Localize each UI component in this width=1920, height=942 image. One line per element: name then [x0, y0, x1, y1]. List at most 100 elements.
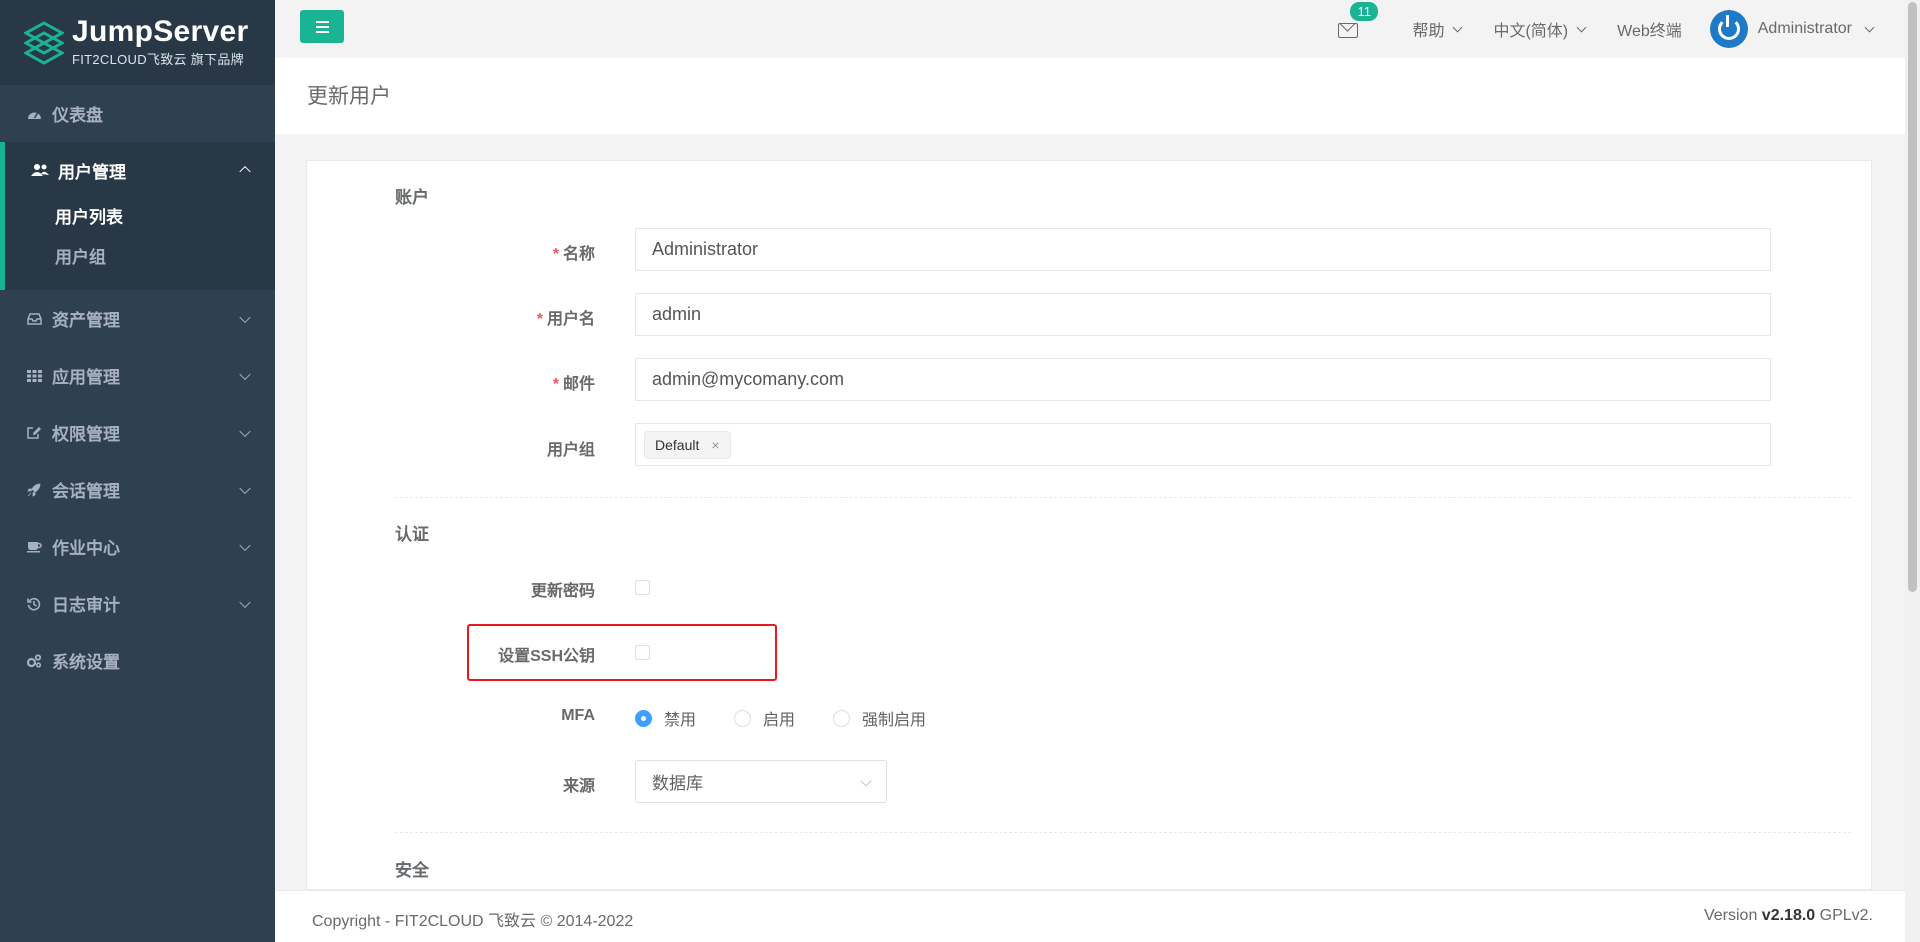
grid-icon	[24, 369, 44, 382]
chevron-down-icon	[1453, 22, 1463, 32]
language-dropdown[interactable]: 中文(简体)	[1493, 17, 1587, 41]
update-password-checkbox[interactable]	[635, 580, 650, 595]
radio-unchecked[interactable]	[734, 709, 752, 727]
chevron-down-icon	[1576, 22, 1587, 32]
footer: Copyright - FIT2CLOUD 飞致云 © 2014-2022 Ve…	[275, 890, 1905, 942]
power-icon	[1717, 15, 1740, 40]
name-field-label: * 名称	[552, 246, 595, 263]
coffee-icon	[24, 540, 44, 553]
sidebar-item-user-management[interactable]: 用户管理	[5, 142, 275, 198]
jumpserver-logo-icon	[22, 20, 66, 65]
brand-subtitle: FIT2CLOUD飞致云 旗下品牌	[72, 52, 244, 67]
chevron-down-icon	[239, 368, 251, 380]
chevron-down-icon	[239, 311, 251, 323]
user-group-tag-label: Default	[655, 436, 700, 453]
rocket-icon	[24, 483, 44, 497]
inbox-icon	[24, 312, 44, 325]
edit-icon	[24, 426, 44, 440]
required-mark: *	[536, 311, 543, 328]
version-text: Version v2.18.0 GPLv2.	[1703, 907, 1873, 924]
help-label: 帮助	[1412, 23, 1445, 40]
chevron-down-icon	[1864, 22, 1875, 32]
hamburger-icon-bar	[315, 30, 329, 33]
dashboard-icon	[24, 108, 44, 120]
email-input[interactable]: admin@mycomany.com	[635, 358, 1771, 401]
mfa-option-enabled[interactable]: 启用	[734, 706, 795, 730]
copyright-text: Copyright - FIT2CLOUD 飞致云 © 2014-2022	[312, 913, 634, 930]
radio-unchecked[interactable]	[833, 709, 851, 727]
version-number: v2.18.0	[1761, 907, 1816, 924]
sidebar-item-label: 日志审计	[52, 596, 120, 615]
web-terminal-label: Web终端	[1617, 23, 1682, 40]
avatar	[1709, 10, 1748, 48]
user-name: Administrator	[1757, 20, 1852, 37]
chevron-down-icon	[239, 539, 251, 551]
email-field-label: * 邮件	[552, 376, 595, 393]
sidebar-item-permission-management[interactable]: 权限管理	[0, 404, 275, 461]
user-group-field-label: 用户组	[546, 442, 595, 459]
required-mark: *	[552, 246, 559, 263]
sidebar-item-label: 系统设置	[52, 653, 120, 672]
mfa-option-disabled[interactable]: 禁用	[635, 706, 696, 730]
chevron-down-icon	[860, 775, 872, 787]
chevron-down-icon	[239, 425, 251, 437]
sidebar-subitem-user-list[interactable]: 用户列表	[5, 198, 275, 238]
brand-title: JumpServer	[72, 15, 249, 48]
sidebar-item-application-management[interactable]: 应用管理	[0, 347, 275, 404]
auth-section-title: 认证	[395, 525, 429, 544]
sidebar-item-label: 作业中心	[52, 539, 120, 558]
web-terminal-link[interactable]: Web终端	[1617, 17, 1682, 41]
sidebar-group-user-management: 用户管理 用户列表 用户组	[0, 142, 275, 290]
section-divider	[395, 832, 1851, 833]
source-select[interactable]: 数据库	[635, 760, 887, 803]
page-title: 更新用户	[307, 85, 391, 108]
user-update-form: 账户 * 名称 Administrator * 用户名 admin * 邮件 admi…	[306, 160, 1872, 890]
sidebar-item-dashboard[interactable]: 仪表盘	[0, 85, 275, 142]
gears-icon	[24, 653, 44, 668]
help-dropdown[interactable]: 帮助	[1412, 17, 1463, 41]
top-navbar: 11 帮助 中文(简体) Web终端 Administrator	[275, 0, 1905, 58]
sidebar-item-label: 应用管理	[52, 368, 120, 387]
update-password-label: 更新密码	[530, 583, 595, 600]
radio-checked[interactable]	[635, 709, 652, 727]
sidebar-item-label: 资产管理	[52, 311, 120, 330]
sidebar-item-job-center[interactable]: 作业中心	[0, 518, 275, 575]
user-menu-dropdown[interactable]: Administrator	[1709, 10, 1875, 48]
username-input[interactable]: admin	[635, 293, 1771, 336]
toggle-sidebar-button[interactable]	[300, 10, 344, 43]
sidebar-item-audit-log[interactable]: 日志审计	[0, 575, 275, 632]
chevron-down-icon	[239, 482, 251, 494]
hamburger-icon-bar	[315, 20, 329, 23]
security-section-title: 安全	[395, 861, 429, 880]
sidebar-item-session-management[interactable]: 会话管理	[0, 461, 275, 518]
user-group-tag: Default ×	[644, 430, 731, 459]
name-input[interactable]: Administrator	[635, 228, 1771, 271]
history-icon	[24, 597, 44, 611]
sidebar-item-label: 仪表盘	[52, 106, 103, 125]
message-count-badge: 11	[1350, 2, 1378, 21]
logo[interactable]: JumpServer FIT2CLOUD飞致云 旗下品牌	[0, 0, 275, 85]
scrollbar-thumb[interactable]	[1908, 2, 1917, 592]
user-group-select[interactable]: Default ×	[635, 423, 1771, 466]
close-icon[interactable]: ×	[711, 437, 719, 453]
account-section-title: 账户	[395, 188, 429, 207]
highlight-annotation-box	[467, 624, 777, 681]
sidebar-subitem-user-groups[interactable]: 用户组	[5, 238, 275, 278]
hamburger-icon-bar	[315, 25, 329, 28]
users-icon	[30, 163, 50, 177]
required-mark: *	[552, 376, 559, 393]
sidebar-item-system-settings[interactable]: 系统设置	[0, 632, 275, 689]
source-selected-value: 数据库	[652, 774, 703, 793]
sidebar: JumpServer FIT2CLOUD飞致云 旗下品牌 仪表盘 用户管理 用户…	[0, 0, 275, 942]
mfa-label: MFA	[561, 707, 595, 724]
mfa-option-force-enabled[interactable]: 强制启用	[833, 706, 926, 730]
section-divider	[395, 497, 1851, 498]
sidebar-item-asset-management[interactable]: 资产管理	[0, 290, 275, 347]
sidebar-item-label: 权限管理	[52, 425, 120, 444]
language-label: 中文(简体)	[1493, 23, 1569, 40]
source-label: 来源	[562, 778, 595, 795]
chevron-up-icon	[239, 165, 251, 178]
messages-button[interactable]: 11	[1338, 2, 1378, 39]
chevron-down-icon	[239, 596, 251, 608]
page-scrollbar[interactable]	[1905, 0, 1920, 942]
